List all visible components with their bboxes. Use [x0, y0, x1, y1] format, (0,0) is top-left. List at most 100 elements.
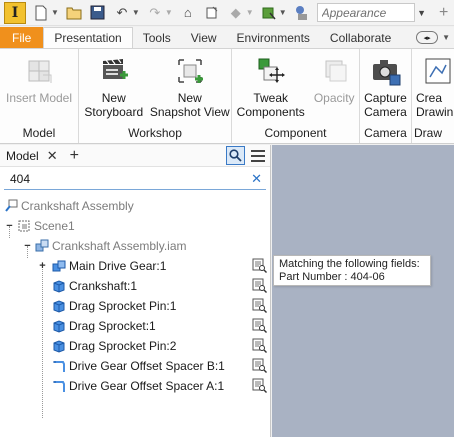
- tree-node-part[interactable]: Crankshaft:1: [0, 276, 270, 296]
- new-snapshot-label-line2: Snapshot View: [149, 105, 230, 119]
- tree-node-root[interactable]: Crankshaft Assembly: [0, 196, 270, 216]
- sheet-metal-part-icon: [53, 381, 65, 392]
- sheet-metal-part-icon: [53, 361, 65, 372]
- material-icon[interactable]: [293, 4, 311, 22]
- tab-environments[interactable]: Environments: [227, 27, 320, 48]
- measure-icon[interactable]: ◆: [227, 4, 245, 22]
- tab-collaborate[interactable]: Collaborate: [320, 27, 401, 48]
- add-browser-icon[interactable]: +: [70, 147, 79, 165]
- find-in-window-icon[interactable]: [252, 258, 267, 273]
- select-filter-icon[interactable]: [260, 4, 278, 22]
- new-storyboard-label-line2: Storyboard: [84, 105, 144, 119]
- clear-search-icon[interactable]: ✕: [251, 171, 266, 187]
- tweak-components-icon: [255, 55, 287, 87]
- find-in-window-icon[interactable]: [252, 378, 267, 393]
- assembly-icon: [35, 239, 49, 252]
- new-storyboard-label-line1: New: [101, 91, 126, 105]
- tree-node-part[interactable]: + Main Drive Gear:1: [0, 256, 270, 276]
- measure-dropdown-icon[interactable]: ▼: [246, 8, 254, 17]
- tree-node-label: Drive Gear Offset Spacer A:1: [69, 379, 225, 393]
- hamburger-menu-icon[interactable]: [251, 149, 265, 162]
- select-dropdown-icon[interactable]: ▼: [279, 8, 287, 17]
- new-dropdown-icon[interactable]: ▼: [51, 8, 59, 17]
- create-label-line2: Drawin: [416, 105, 454, 119]
- save-icon[interactable]: [89, 4, 107, 22]
- tree-node-part[interactable]: Drive Gear Offset Spacer A:1: [0, 376, 270, 396]
- add-icon[interactable]: +: [435, 4, 453, 22]
- tree-node-label: Scene1: [34, 219, 75, 233]
- browser-header: Model ✕ +: [0, 145, 270, 167]
- search-icon[interactable]: [226, 146, 245, 165]
- expand-icon[interactable]: +: [38, 260, 47, 272]
- tab-presentation[interactable]: Presentation: [43, 27, 133, 48]
- ribbon-toggle-icon[interactable]: ◂▸: [416, 31, 439, 44]
- quick-access-toolbar: I ▼ ↶ ▼ ↷ ▼ ⌂ ◆ ▼ ▼ ▼ +: [0, 0, 454, 26]
- tweak-label-line1: Tweak: [253, 91, 289, 105]
- tree-node-part[interactable]: Drag Sprocket Pin:1: [0, 296, 270, 316]
- part-cube-icon: [53, 340, 65, 353]
- tab-tools[interactable]: Tools: [133, 27, 181, 48]
- browser-tab-model[interactable]: Model ✕: [0, 148, 58, 164]
- new-storyboard-icon: [98, 55, 130, 87]
- panel-label-workshop: Workshop: [128, 126, 182, 140]
- scene-icon: [18, 220, 30, 232]
- tree-node-part[interactable]: Drag Sprocket:1: [0, 316, 270, 336]
- appearance-dropdown[interactable]: [316, 3, 415, 22]
- tooltip-match-field: Part Number : 404-06: [279, 271, 385, 283]
- redo-dropdown-icon[interactable]: ▼: [165, 8, 173, 17]
- undo-icon[interactable]: ↶: [113, 4, 131, 22]
- open-folder-icon[interactable]: [65, 4, 83, 22]
- opacity-icon: [318, 55, 350, 87]
- ribbon-tabs: File Presentation Tools View Environment…: [0, 27, 454, 48]
- panel-label-model: Model: [22, 126, 56, 140]
- insert-model-label: Insert Model: [5, 91, 73, 105]
- tab-view[interactable]: View: [181, 27, 227, 48]
- home-icon[interactable]: ⌂: [179, 4, 197, 22]
- ribbon-display-options[interactable]: ◂▸ ▼: [416, 27, 454, 48]
- create-label-line1: Crea: [416, 91, 443, 105]
- app-menu-button[interactable]: I: [4, 1, 26, 24]
- collapse-icon[interactable]: −: [23, 240, 32, 252]
- tab-file[interactable]: File: [0, 27, 44, 48]
- find-in-window-icon[interactable]: [252, 298, 267, 313]
- tree-node-label: Drag Sprocket Pin:1: [69, 299, 177, 313]
- new-file-icon[interactable]: [32, 4, 50, 22]
- tree-node-label: Drag Sprocket:1: [69, 319, 156, 333]
- new-snapshot-label-line1: New: [177, 91, 202, 105]
- tweak-label-line2: Components: [236, 105, 305, 119]
- part-cube-icon: [53, 280, 65, 293]
- tree-node-label: Drive Gear Offset Spacer B:1: [69, 359, 225, 373]
- find-in-window-icon[interactable]: [252, 318, 267, 333]
- insert-model-icon: [23, 55, 55, 87]
- panel-draw: Crea Drawin Draw: [412, 49, 454, 143]
- undo-dropdown-icon[interactable]: ▼: [132, 8, 140, 17]
- panel-component: Tweak Components Opacity Component: [232, 49, 360, 143]
- new-snapshot-label: New Snapshot View: [150, 91, 230, 119]
- tree-node-label: Crankshaft Assembly.iam: [52, 239, 187, 253]
- panel-label-component: Component: [264, 126, 327, 140]
- tree-node-assembly[interactable]: − Crankshaft Assembly.iam: [0, 236, 270, 256]
- search-input[interactable]: [4, 172, 252, 186]
- collapse-icon[interactable]: −: [5, 220, 14, 232]
- browser-tab-label: Model: [6, 148, 39, 163]
- close-icon[interactable]: ✕: [47, 148, 58, 164]
- tree-node-label: Crankshaft Assembly: [21, 199, 134, 213]
- tree-node-part[interactable]: Drive Gear Offset Spacer B:1: [0, 356, 270, 376]
- graphics-viewport[interactable]: [272, 145, 454, 437]
- update-icon[interactable]: [203, 4, 221, 22]
- model-tree: Crankshaft Assembly − Scene1 − Crankshaf…: [0, 196, 270, 418]
- tree-node-scene[interactable]: − Scene1: [0, 216, 270, 236]
- tree-node-part[interactable]: Drag Sprocket Pin:2: [0, 336, 270, 356]
- tree-node-label: Drag Sprocket Pin:2: [69, 339, 177, 353]
- redo-icon[interactable]: ↷: [146, 4, 164, 22]
- search-match-tooltip: Matching the following fields: Part Numb…: [273, 255, 431, 286]
- capture-camera-icon: [370, 55, 402, 87]
- new-storyboard-label: New Storyboard: [84, 91, 143, 119]
- appearance-dropdown-icon[interactable]: ▼: [415, 3, 429, 22]
- find-in-window-icon[interactable]: [252, 358, 267, 373]
- part-cube-icon: [53, 300, 65, 313]
- find-in-window-icon[interactable]: [252, 278, 267, 293]
- ribbon-options-dropdown-icon[interactable]: ▼: [442, 33, 450, 42]
- find-in-window-icon[interactable]: [252, 338, 267, 353]
- create-drawing-icon: [422, 55, 454, 87]
